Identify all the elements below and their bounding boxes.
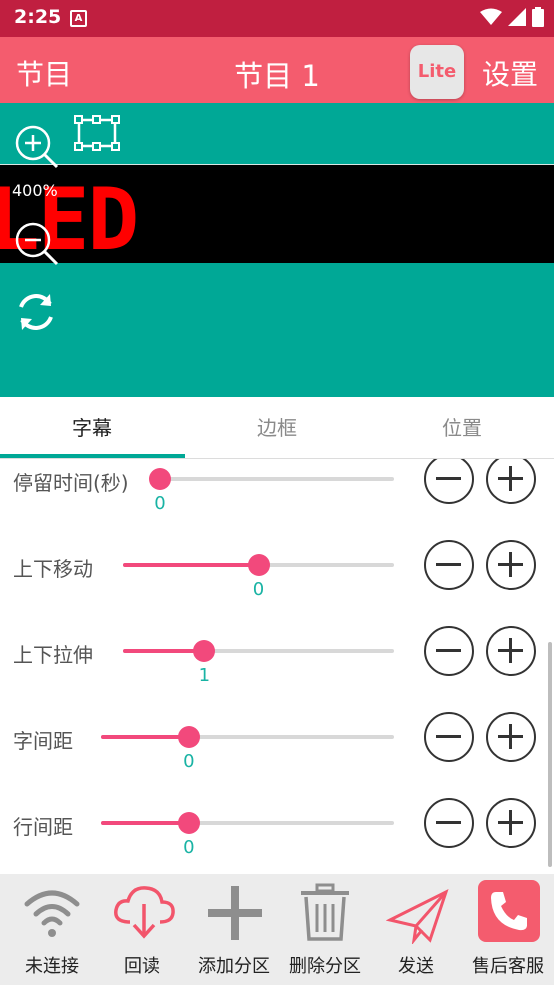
slider-thumb[interactable] [177, 812, 200, 834]
plus-icon-v [509, 552, 512, 577]
plus-icon-v [509, 638, 512, 663]
tab-bar: 字幕 边框 位置 [0, 397, 554, 459]
tab-border[interactable]: 边框 [185, 397, 369, 459]
minus-icon [436, 477, 461, 480]
zoom-level: 400% [12, 181, 58, 200]
slider-value: 0 [154, 493, 166, 514]
nav-add-zone[interactable]: 添加分区 [188, 874, 280, 985]
setting-label: 上下拉伸 [13, 643, 93, 667]
battery-icon [532, 7, 544, 27]
slider-track[interactable] [160, 477, 394, 481]
status-bar: 2:25 A [0, 0, 554, 37]
minus-icon [436, 563, 461, 566]
setting-label: 行间距 [13, 815, 73, 839]
page-title: 节目 1 [234, 59, 320, 93]
plus-icon [208, 886, 262, 940]
nav-label: 售后客服 [472, 956, 544, 977]
scrollbar[interactable] [548, 642, 552, 867]
slider-value: 1 [198, 665, 211, 686]
minus-icon [436, 821, 461, 824]
nav-read-back[interactable]: 回读 [96, 874, 188, 985]
status-time: 2:25 [14, 6, 62, 28]
slider-thumb[interactable] [193, 640, 216, 662]
increment-button[interactable] [486, 798, 536, 848]
plus-icon-v [509, 810, 512, 835]
decrement-button[interactable] [424, 712, 474, 762]
nav-send[interactable]: 发送 [370, 874, 462, 985]
increment-button[interactable] [486, 459, 536, 504]
wifi-status-icon [480, 8, 502, 25]
nav-delete-zone[interactable]: 删除分区 [279, 874, 371, 985]
select-area-icon[interactable] [74, 115, 120, 151]
paper-plane-icon [386, 889, 449, 944]
nav-label: 删除分区 [289, 956, 361, 977]
zoom-out-icon[interactable] [13, 220, 61, 268]
setting-row-dwell-time: 停留时间(秒) 0 [0, 459, 554, 520]
nav-customer-service[interactable]: 售后客服 [462, 874, 554, 985]
notification-icon: A [70, 10, 87, 27]
slider-thumb[interactable] [247, 554, 270, 576]
nav-label: 添加分区 [198, 956, 270, 977]
nav-label: 发送 [398, 956, 434, 977]
setting-label: 字间距 [13, 729, 73, 753]
decrement-button[interactable] [424, 459, 474, 504]
minus-icon [436, 735, 461, 738]
tab-position[interactable]: 位置 [370, 397, 554, 459]
minus-icon [436, 649, 461, 652]
lite-badge-button[interactable]: Lite [410, 45, 464, 99]
setting-row-vertical-stretch: 上下拉伸 1 [0, 606, 554, 692]
slider-fill [123, 649, 205, 653]
led-preview-area: LED 400% [0, 103, 554, 397]
setting-label: 上下移动 [13, 557, 93, 581]
slider-value: 0 [252, 579, 265, 600]
increment-button[interactable] [486, 712, 536, 762]
tab-subtitle[interactable]: 字幕 [0, 397, 184, 459]
nav-label: 未连接 [25, 956, 79, 977]
increment-button[interactable] [486, 626, 536, 676]
bottom-nav: 未连接 回读 添加分区 删除分区 发送 售后客服 [0, 874, 554, 985]
app-screen: 2:25 A 节目 1 节目 Lite 设置 LED 400% 字幕 边框 位置… [0, 0, 554, 985]
slider-thumb[interactable] [177, 726, 200, 748]
settings-list[interactable]: 停留时间(秒) 0 上下移动 0 上下拉伸 1 字间距 0 行间距 0 [0, 459, 554, 874]
refresh-icon[interactable] [14, 290, 58, 334]
trash-icon [301, 883, 349, 941]
decrement-button[interactable] [424, 626, 474, 676]
slider-value: 0 [183, 751, 195, 772]
slider-fill [123, 563, 259, 567]
cloud-download-icon [114, 886, 175, 939]
decrement-button[interactable] [424, 540, 474, 590]
tab-indicator [0, 454, 185, 458]
setting-row-char-spacing: 字间距 0 [0, 692, 554, 778]
system-icons [480, 7, 544, 27]
increment-button[interactable] [486, 540, 536, 590]
zoom-in-icon[interactable] [13, 123, 61, 171]
cell-signal-icon [508, 8, 526, 26]
phone-icon [491, 892, 527, 931]
plus-icon-v [509, 724, 512, 749]
nav-label: 回读 [124, 956, 160, 977]
nav-connection[interactable]: 未连接 [6, 874, 98, 985]
led-panel[interactable]: LED 400% [0, 165, 554, 263]
setting-label: 停留时间(秒) [13, 471, 129, 495]
settings-button[interactable]: 设置 [482, 53, 538, 93]
slider-fill [101, 735, 189, 739]
plus-icon-v [509, 466, 512, 491]
slider-fill [101, 821, 189, 825]
slider-value: 0 [183, 837, 195, 858]
decrement-button[interactable] [424, 798, 474, 848]
setting-row-line-spacing: 行间距 0 [0, 778, 554, 864]
setting-row-vertical-move: 上下移动 0 [0, 520, 554, 606]
programs-button[interactable]: 节目 [16, 53, 72, 93]
slider-thumb[interactable] [149, 468, 171, 490]
app-bar: 节目 1 节目 Lite 设置 [0, 37, 554, 103]
wifi-icon [24, 890, 80, 937]
